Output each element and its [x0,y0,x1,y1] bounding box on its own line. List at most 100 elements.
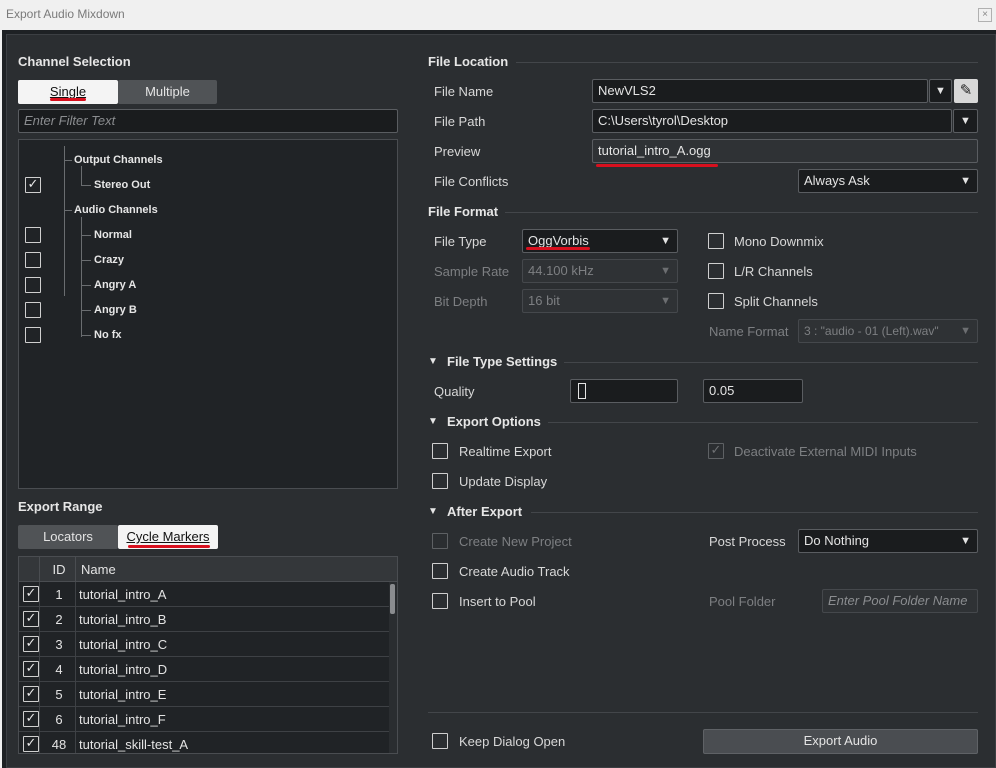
scrollbar-thumb[interactable] [390,584,395,614]
file-type-value: OggVorbis [528,233,589,248]
row-name: tutorial_intro_A [79,587,167,602]
tree-line [64,210,72,211]
bit-depth-label: Bit Depth [434,294,488,309]
insert-to-pool-label: Insert to Pool [459,594,536,609]
pool-folder-placeholder: Enter Pool Folder Name [828,593,968,608]
table-row[interactable]: ✓ 2 tutorial_intro_B [19,607,389,632]
file-path-dropdown-icon[interactable]: ▼ [953,109,978,133]
tree-item-stereo-out[interactable]: Stereo Out [94,179,150,191]
file-name-input[interactable]: NewVLS2 [592,79,928,103]
export-audio-button[interactable]: Export Audio [703,729,978,754]
insert-to-pool-checkbox[interactable] [432,593,448,609]
update-display-label: Update Display [459,474,548,489]
filter-placeholder: Enter Filter Text [24,113,116,128]
export-range-heading: Export Range [18,499,103,514]
annotation-underline [526,247,590,250]
tree-item-angry-a[interactable]: Angry A [94,279,136,291]
mono-downmix-checkbox[interactable] [708,233,724,249]
tree-line [81,260,91,261]
tree-item-no-fx[interactable]: No fx [94,329,122,341]
row-checkbox[interactable]: ✓ [23,711,39,727]
single-mode-label: Single [49,84,87,99]
channel-tree: Output Channels ✓ Stereo Out Audio Chann… [18,139,398,489]
file-conflicts-select[interactable]: Always Ask ▼ [798,169,978,193]
crazy-checkbox[interactable] [25,252,41,268]
tree-item-normal[interactable]: Normal [94,229,132,241]
collapse-icon[interactable]: ▼ [428,506,438,517]
post-process-select[interactable]: Do Nothing ▼ [798,529,978,553]
preview-field: tutorial_intro_A.ogg [592,139,978,163]
angry-b-checkbox[interactable] [25,302,41,318]
row-checkbox[interactable]: ✓ [23,586,39,602]
name-format-select: 3 : "audio - 01 (Left).wav" ▼ [798,319,978,343]
quality-value-input[interactable]: 0.05 [703,379,803,403]
section-divider [531,512,978,513]
no-fx-checkbox[interactable] [25,327,41,343]
id-column-header[interactable]: ID [45,562,73,577]
collapse-icon[interactable]: ▼ [428,416,438,427]
file-type-label: File Type [434,234,487,249]
header-divider [75,557,76,582]
tree-item-crazy[interactable]: Crazy [94,254,124,266]
collapse-icon[interactable]: ▼ [428,356,438,367]
chevron-down-icon: ▼ [660,265,671,277]
lr-channels-label: L/R Channels [734,264,813,279]
table-scrollbar[interactable] [389,582,397,753]
tree-group-audio-channels[interactable]: Audio Channels [74,204,158,216]
row-checkbox[interactable]: ✓ [23,611,39,627]
table-row[interactable]: ✓ 3 tutorial_intro_C [19,632,389,657]
realtime-export-label: Realtime Export [459,444,552,459]
row-checkbox[interactable]: ✓ [23,661,39,677]
export-options-heading[interactable]: Export Options [447,414,541,429]
file-type-settings-heading[interactable]: File Type Settings [447,354,557,369]
channel-selection-heading: Channel Selection [18,54,131,69]
mono-downmix-label: Mono Downmix [734,234,824,249]
normal-checkbox[interactable] [25,227,41,243]
pencil-icon[interactable]: ✎ [954,79,978,103]
table-row[interactable]: ✓ 48 tutorial_skill-test_A [19,732,389,753]
keep-dialog-open-checkbox[interactable] [432,733,448,749]
table-row[interactable]: ✓ 5 tutorial_intro_E [19,682,389,707]
name-column-header[interactable]: Name [81,562,116,577]
row-checkbox[interactable]: ✓ [23,686,39,702]
table-row[interactable]: ✓ 1 tutorial_intro_A [19,582,389,607]
row-name: tutorial_intro_F [79,712,166,727]
tree-item-angry-b[interactable]: Angry B [94,304,137,316]
angry-a-checkbox[interactable] [25,277,41,293]
row-name: tutorial_intro_E [79,687,167,702]
table-row[interactable]: ✓ 6 tutorial_intro_F [19,707,389,732]
post-process-value: Do Nothing [804,533,870,548]
sample-rate-select: 44.100 kHz ▼ [522,259,678,283]
realtime-export-checkbox[interactable] [432,443,448,459]
slider-handle[interactable] [578,383,586,399]
after-export-heading[interactable]: After Export [447,504,522,519]
multiple-mode-button[interactable]: Multiple [118,80,217,104]
create-audio-track-checkbox[interactable] [432,563,448,579]
quality-slider[interactable] [570,379,678,403]
lr-channels-checkbox[interactable] [708,263,724,279]
table-row[interactable]: ✓ 4 tutorial_intro_D [19,657,389,682]
section-divider [505,212,978,213]
create-audio-track-label: Create Audio Track [459,564,570,579]
row-id: 3 [55,637,63,652]
chevron-down-icon: ▼ [960,325,971,337]
row-checkbox[interactable]: ✓ [23,636,39,652]
annotation-underline [596,164,718,167]
row-checkbox[interactable]: ✓ [23,736,39,752]
channel-filter-input[interactable]: Enter Filter Text [18,109,398,133]
tree-group-output-channels[interactable]: Output Channels [74,154,163,166]
split-channels-checkbox[interactable] [708,293,724,309]
locators-mode-button[interactable]: Locators [18,525,118,549]
close-icon[interactable]: × [978,8,992,22]
row-id: 2 [55,612,63,627]
stereo-out-checkbox[interactable]: ✓ [25,177,41,193]
file-path-input[interactable]: C:\Users\tyrol\Desktop [592,109,952,133]
tree-line [64,146,65,296]
create-new-project-checkbox [432,533,448,549]
section-divider [548,422,978,423]
file-name-dropdown-icon[interactable]: ▼ [929,79,952,103]
header-divider [39,557,40,582]
row-id: 6 [55,712,63,727]
tree-line [64,160,72,161]
update-display-checkbox[interactable] [432,473,448,489]
